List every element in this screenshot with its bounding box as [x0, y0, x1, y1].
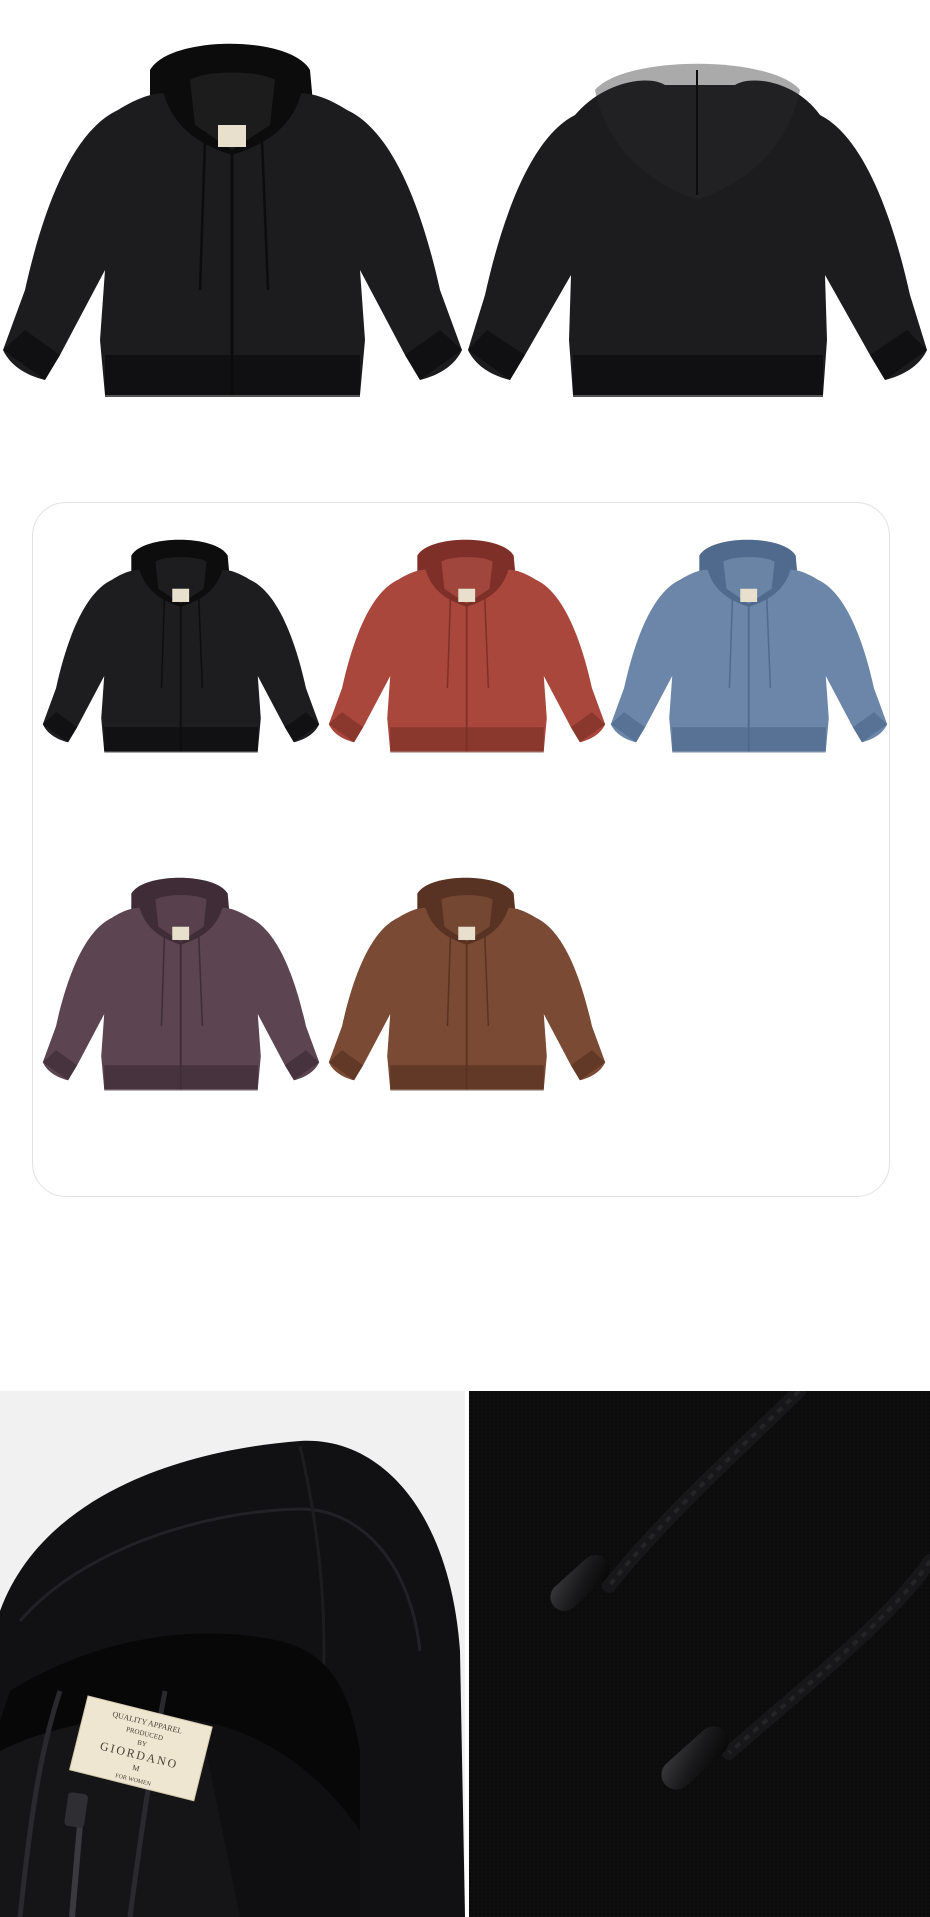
hoodie-back-view: [468, 63, 927, 397]
hoodie-front-view: [3, 43, 462, 397]
swatch-plum[interactable]: [41, 857, 321, 1147]
swatch-brown[interactable]: [327, 857, 607, 1147]
hood-label-detail: QUALITY APPAREL PRODUCED BY GIORDANO M F…: [0, 1391, 465, 1917]
swatch-rust[interactable]: [327, 519, 607, 809]
swatch-black[interactable]: [41, 519, 321, 809]
drawcord-detail: [469, 1391, 930, 1917]
color-variants-panel: [32, 502, 890, 1197]
swatch-blue[interactable]: [609, 519, 889, 809]
